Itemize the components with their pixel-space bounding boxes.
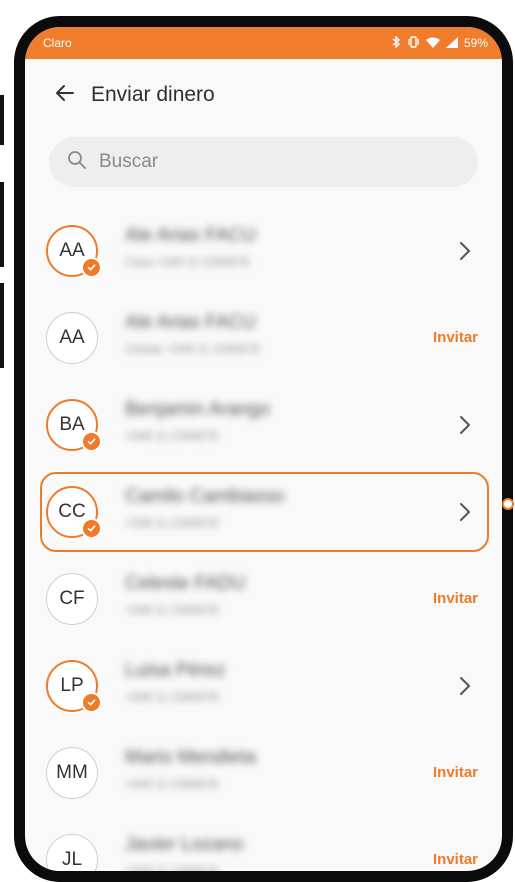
contact-info: Camilo Cambiasso +549 11 2345678 (125, 486, 392, 530)
contact-phone: +549 11 2345678 (125, 864, 218, 871)
chevron-right-icon[interactable] (450, 236, 480, 266)
avatar-initials: JL (61, 848, 83, 870)
wifi-icon (425, 37, 440, 50)
contact-avatar: MM (46, 746, 98, 799)
contact-avatar: AA (46, 311, 98, 364)
avatar-initials: CF (59, 587, 85, 609)
status-icons: 59% (392, 35, 488, 50)
contact-info: Ale Arias FACU Celular +549 11 2345678 (125, 312, 392, 356)
contact-name: Luisa Pérez (125, 660, 226, 681)
verified-check-icon (81, 256, 102, 278)
contact-info: Mario Mendieta +549 11 2345678 (125, 747, 392, 791)
contact-name: Ale Arias FACU (125, 225, 256, 246)
contact-name: Benjamin Arango (125, 399, 270, 420)
contact-phone: +549 11 2345678 (125, 429, 218, 443)
contact-row[interactable]: LP Luisa Pérez +549 11 2345678 (25, 642, 502, 729)
verified-check-icon (81, 691, 102, 713)
contact-list: AA Ale Arias FACU Casa +549 11 2345678 AA Al… (25, 207, 502, 871)
contact-name: Ale Arias FACU (125, 312, 256, 333)
contact-name: Camilo Cambiasso (125, 486, 285, 507)
contact-row[interactable]: BA Benjamin Arango +549 11 2345678 (25, 381, 502, 468)
contact-phone: +549 11 2345678 (125, 603, 218, 617)
avatar-initials: MM (56, 761, 88, 783)
vibrate-icon (407, 36, 420, 50)
verified-check-icon (81, 430, 102, 452)
contact-row[interactable]: MM Mario Mendieta +549 11 2345678 Invitar (25, 729, 502, 816)
contact-row[interactable]: JL Javier Lozano +549 11 2345678 Invitar (25, 816, 502, 871)
status-bar: Claro 59% (25, 27, 502, 59)
selection-indicator-dot (502, 498, 514, 510)
search-icon (67, 150, 87, 175)
carrier-label: Claro (43, 36, 72, 50)
phone-side-button (0, 283, 4, 368)
chevron-right-icon[interactable] (450, 497, 480, 527)
contact-phone: Casa +549 11 2345678 (125, 255, 250, 269)
invite-button[interactable]: Invitar (433, 851, 478, 868)
invite-button[interactable]: Invitar (433, 590, 478, 607)
search-bar[interactable] (49, 137, 478, 187)
bluetooth-icon (392, 35, 401, 50)
contact-name: Mario Mendieta (125, 747, 256, 768)
page-title: Enviar dinero (91, 83, 215, 106)
contact-info: Benjamin Arango +549 11 2345678 (125, 399, 392, 443)
contact-info: Celeste FADU +549 11 2345678 (125, 573, 392, 617)
contact-name: Celeste FADU (125, 573, 246, 594)
avatar-initials: AA (59, 239, 85, 261)
chevron-right-icon[interactable] (450, 671, 480, 701)
contact-row[interactable]: AA Ale Arias FACU Celular +549 11 2345678 I… (25, 294, 502, 381)
contact-avatar: BA (46, 398, 102, 452)
contact-phone: +549 11 2345678 (125, 516, 218, 530)
contact-phone: +549 11 2345678 (125, 690, 218, 704)
arrow-left-icon (53, 81, 77, 110)
contact-row[interactable]: CC Camilo Cambiasso +549 11 2345678 (25, 468, 502, 555)
phone-frame: Claro 59% Enviar dinero Buscar AA Ale Ar… (14, 16, 513, 882)
contact-avatar: LP (46, 659, 102, 713)
phone-side-button (0, 182, 4, 267)
search-input[interactable] (97, 150, 401, 174)
contact-info: Javier Lozano +549 11 2345678 (125, 834, 392, 871)
avatar-initials: AA (59, 326, 85, 348)
chevron-right-icon[interactable] (450, 410, 480, 440)
contact-phone: +549 11 2345678 (125, 777, 218, 791)
contact-avatar: CF (46, 572, 98, 625)
avatar-initials: CC (58, 500, 86, 522)
battery-label: 59% (463, 36, 488, 50)
contact-avatar: AA (46, 224, 102, 278)
signal-icon (445, 36, 458, 50)
contact-avatar: CC (46, 485, 102, 539)
contact-info: Ale Arias FACU Casa +549 11 2345678 (125, 225, 392, 269)
contact-avatar: JL (46, 833, 98, 871)
invite-button[interactable]: Invitar (433, 764, 478, 781)
contact-name: Javier Lozano (125, 834, 244, 855)
app-header: Enviar dinero (25, 59, 502, 131)
contact-row[interactable]: CF Celeste FADU +549 11 2345678 Invitar (25, 555, 502, 642)
avatar-initials: BA (59, 413, 85, 435)
phone-side-button (0, 95, 4, 145)
contact-row[interactable]: AA Ale Arias FACU Casa +549 11 2345678 (25, 207, 502, 294)
contact-info: Luisa Pérez +549 11 2345678 (125, 660, 392, 704)
invite-button[interactable]: Invitar (433, 329, 478, 346)
verified-check-icon (81, 517, 102, 539)
avatar-initials: LP (60, 674, 84, 696)
contact-phone: Celular +549 11 2345678 (125, 342, 260, 356)
screen: Claro 59% Enviar dinero Buscar AA Ale Ar… (25, 27, 502, 871)
back-button[interactable] (41, 71, 89, 119)
